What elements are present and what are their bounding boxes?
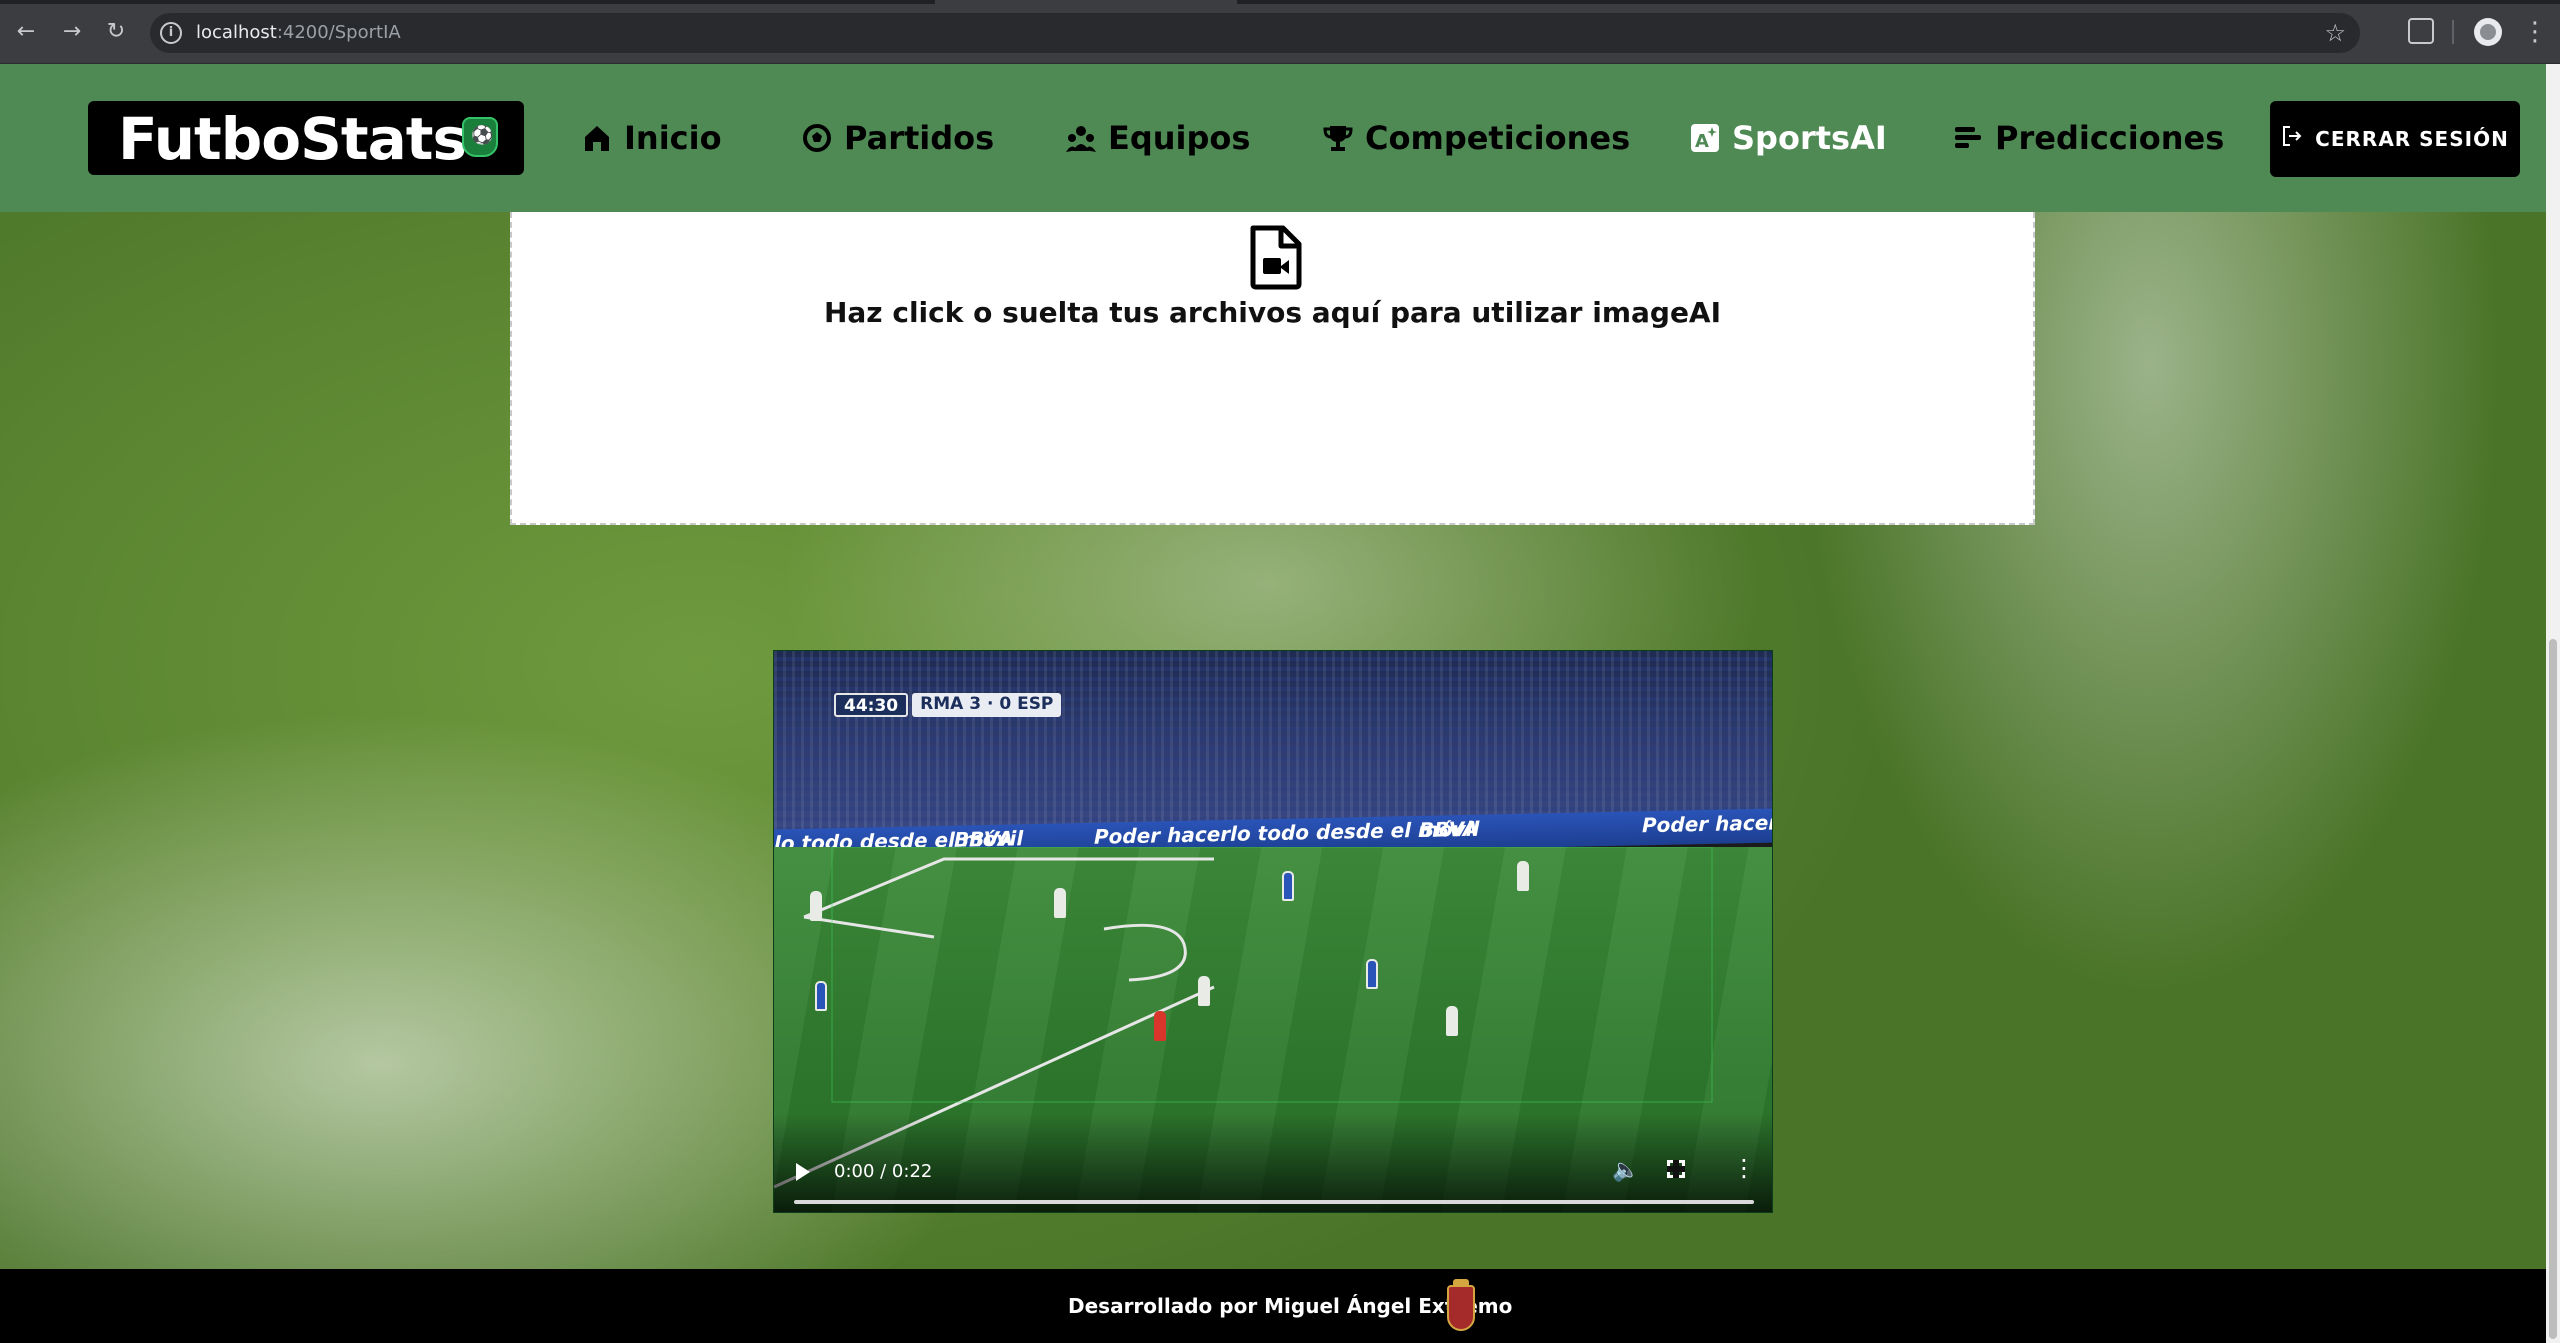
- more-options-icon[interactable]: ⋮: [1732, 1154, 1756, 1182]
- tab-strip: [0, 0, 2560, 4]
- bars-icon: [1953, 123, 1983, 153]
- video-progress-bar[interactable]: [794, 1200, 1754, 1204]
- nav-label: Competiciones: [1365, 119, 1631, 157]
- nav-label: Equipos: [1108, 119, 1251, 157]
- nav-label: Partidos: [844, 119, 995, 157]
- toolbar-divider: [2452, 20, 2454, 44]
- video-controls: 0:00 / 0:22 🔈 ⋮: [774, 1114, 1772, 1212]
- nav-item-predicciones[interactable]: Predicciones: [1953, 116, 2224, 160]
- player-marker: [1282, 871, 1294, 901]
- ad-text: BBVA: [1419, 816, 1479, 842]
- player-marker: [1154, 1011, 1166, 1041]
- ai-image-icon: A: [1690, 123, 1720, 153]
- profile-avatar[interactable]: [2474, 18, 2502, 46]
- scoreboard-score: RMA 3 · 0 ESP: [912, 693, 1062, 717]
- player-marker: [1366, 959, 1378, 989]
- nav-item-inicio[interactable]: Inicio: [582, 116, 722, 160]
- fullscreen-icon[interactable]: [1667, 1160, 1685, 1178]
- nav-label: SportsAI: [1732, 119, 1887, 157]
- nav-item-partidos[interactable]: Partidos: [802, 116, 994, 160]
- ad-text: Poder hacer: [1642, 810, 1773, 838]
- site-info-icon[interactable]: i: [160, 22, 182, 44]
- soccer-ball-icon: [802, 123, 832, 153]
- crest-icon: [1447, 1279, 1475, 1331]
- reload-icon[interactable]: ↻: [100, 16, 132, 48]
- player-marker: [815, 981, 827, 1011]
- browser-toolbar: ← → ↻ i localhost:4200/SportIA ☆ ⋮: [0, 0, 2560, 64]
- nav-item-equipos[interactable]: Equipos: [1066, 116, 1250, 160]
- active-tab[interactable]: [935, 0, 1237, 4]
- play-icon[interactable]: [796, 1163, 810, 1181]
- users-icon: [1066, 123, 1096, 153]
- player-marker: [1198, 976, 1210, 1006]
- file-dropzone[interactable]: Haz click o suelta tus archivos aquí par…: [510, 212, 2035, 525]
- video-time: 0:00 / 0:22: [834, 1161, 933, 1182]
- nav-item-sportsai[interactable]: A SportsAI: [1690, 116, 1887, 160]
- page-scrollbar[interactable]: [2546, 64, 2560, 1343]
- dropzone-label: Haz click o suelta tus archivos aquí par…: [823, 296, 1722, 329]
- video-player[interactable]: lo todo desde el móvil BBVA Poder hacerl…: [773, 650, 1773, 1213]
- nav-item-competiciones[interactable]: Competiciones: [1323, 116, 1630, 160]
- svg-text:A: A: [1695, 131, 1709, 152]
- player-marker: [1517, 861, 1529, 891]
- player-marker: [1446, 1006, 1458, 1036]
- logout-label: CERRAR SESIÓN: [2315, 127, 2509, 151]
- logout-button[interactable]: CERRAR SESIÓN: [2270, 101, 2520, 177]
- url-text[interactable]: localhost:4200/SportIA: [196, 22, 401, 43]
- app-header: FutboStats Inicio Partidos Equipos C: [0, 64, 2546, 212]
- player-marker: [1054, 888, 1066, 918]
- nav-label: Inicio: [624, 119, 722, 157]
- bookmark-star-icon[interactable]: ☆: [2324, 19, 2346, 47]
- scoreboard-clock: 44:30: [834, 693, 909, 717]
- extensions-icon[interactable]: [2408, 18, 2434, 44]
- browser-menu-icon[interactable]: ⋮: [2522, 16, 2548, 48]
- page-footer: Desarrollado por Miguel Ángel Extremo: [0, 1269, 2546, 1343]
- trophy-icon: [1323, 123, 1353, 153]
- footer-credit: Desarrollado por Miguel Ángel Extremo: [1068, 1294, 1513, 1318]
- page-viewport: FutboStats Inicio Partidos Equipos C: [0, 64, 2546, 1343]
- player-marker: [810, 891, 822, 921]
- forward-icon[interactable]: →: [56, 16, 88, 48]
- brand-badge-icon: [462, 117, 498, 157]
- address-bar[interactable]: i localhost:4200/SportIA ☆: [150, 13, 2360, 53]
- back-icon[interactable]: ←: [10, 16, 42, 48]
- file-video-icon: [1247, 224, 1303, 290]
- home-icon: [582, 123, 612, 153]
- nav-label: Predicciones: [1995, 119, 2225, 157]
- volume-icon[interactable]: 🔈: [1612, 1158, 1639, 1183]
- brand-logo[interactable]: FutboStats: [88, 101, 524, 175]
- brand-name: FutboStats: [118, 105, 467, 173]
- video-scoreboard: 44:30 RMA 3 · 0 ESP: [834, 693, 1062, 717]
- logout-icon: [2281, 125, 2303, 153]
- scrollbar-thumb[interactable]: [2549, 639, 2557, 1339]
